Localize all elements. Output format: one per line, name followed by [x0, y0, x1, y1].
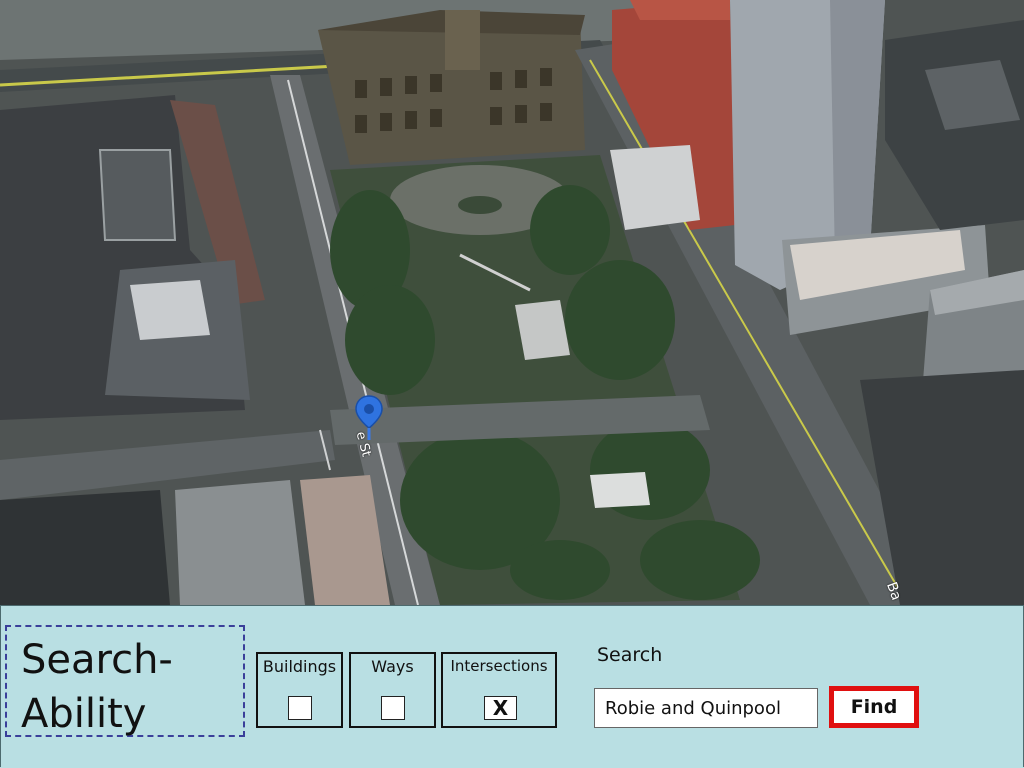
filter-ways-label: Ways [371, 657, 414, 676]
search-label: Search [597, 644, 663, 666]
search-panel: Search-Ability Buildings Ways Intersecti… [0, 605, 1024, 767]
map-view[interactable]: e St Ba [0, 0, 1024, 605]
find-button[interactable]: Find [829, 686, 919, 728]
ways-checkbox[interactable] [381, 696, 405, 720]
filter-ways: Ways [349, 652, 436, 728]
buildings-checkbox[interactable] [288, 696, 312, 720]
filter-buildings-label: Buildings [262, 657, 337, 676]
filter-intersections-label: Intersections [450, 657, 548, 675]
intersections-checkbox[interactable]: X [484, 696, 517, 720]
filter-intersections: Intersections X [441, 652, 557, 728]
filter-buildings: Buildings [256, 652, 343, 728]
search-input[interactable] [594, 688, 818, 728]
aerial-imagery [0, 0, 1024, 605]
title-box: Search-Ability [5, 625, 245, 737]
app-title: Search-Ability [21, 637, 173, 737]
